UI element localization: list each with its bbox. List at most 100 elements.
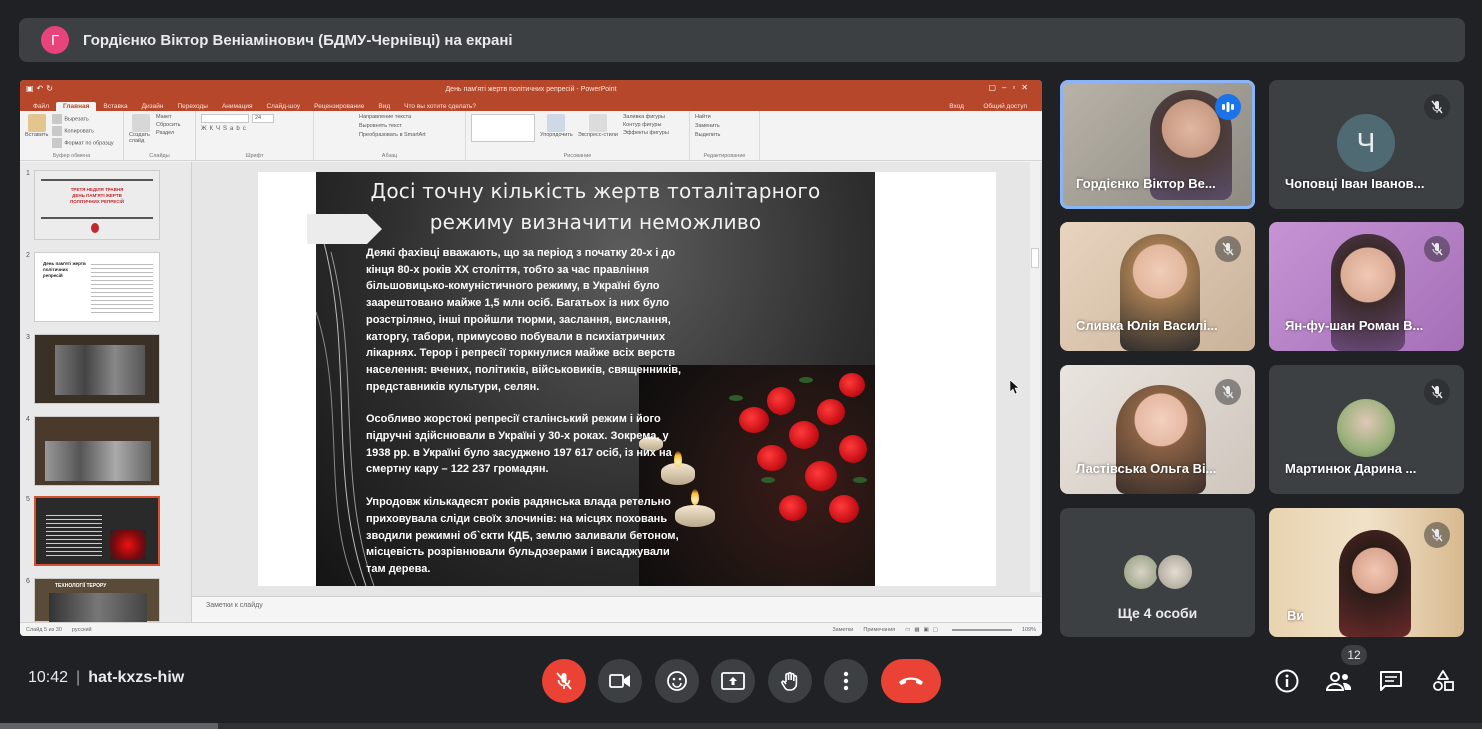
slide-thumbnail-2: День пам'яті жертв політичних репресій: [34, 252, 160, 322]
participant-name: Мартинюк Дарина ...: [1285, 461, 1417, 476]
flower-icon: [91, 223, 99, 233]
raise-hand-button[interactable]: [768, 659, 812, 703]
copy-label: Копировать: [52, 126, 113, 136]
ppt-ribbon: Вставить Вырезать Копировать Формат по о…: [20, 111, 1042, 161]
show-everyone-button[interactable]: [1324, 666, 1354, 696]
participant-tile-5[interactable]: Ластівська Ольга Ві...: [1060, 365, 1255, 494]
section-label: Раздел: [156, 130, 175, 136]
more-vert-icon: [843, 671, 849, 691]
participant-tile-6[interactable]: Мартинюк Дарина ...: [1269, 365, 1464, 494]
reactions-button[interactable]: [655, 659, 699, 703]
leaf: [799, 377, 813, 383]
quick-styles-label: Экспресс-стили: [577, 132, 618, 138]
participant-tile-2[interactable]: Ч Чоповці Іван Іванов...: [1269, 80, 1464, 209]
ppt-tab-view: Вид: [378, 103, 391, 110]
participant-video: [1116, 385, 1206, 494]
mic-off-icon: [1215, 236, 1241, 262]
mouse-cursor-icon: [1010, 380, 1020, 395]
participant-video: [1331, 234, 1405, 351]
group-name-paragraph: Абзац: [381, 153, 398, 159]
participant-name: Чоповці Іван Іванов...: [1285, 176, 1425, 191]
ribbon-group-editing: Найти Заменить Выделить Редактирование: [690, 111, 760, 160]
ribbon-group-clipboard: Вставить Вырезать Копировать Формат по о…: [20, 111, 124, 160]
scroll-thumb[interactable]: [1031, 248, 1039, 268]
participant-tile-self[interactable]: Ви: [1269, 508, 1464, 637]
mic-off-icon: [1215, 379, 1241, 405]
activities-button[interactable]: [1428, 666, 1458, 696]
thumb1-text: ТРЕТЯ НЕДІЛЯ ТРАВНЯ ДЕНЬ ПАМ'ЯТІ ЖЕРТВ П…: [57, 187, 137, 205]
flame: [691, 489, 699, 505]
ppt-tab-file: Файл: [33, 103, 49, 110]
participant-name: Гордієнко Віктор Ве...: [1076, 176, 1216, 191]
cut-label: Вырезать: [52, 114, 113, 124]
ribbon-group-paragraph: Направление текста Выровнять текст Преоб…: [314, 111, 466, 160]
rose: [805, 461, 837, 491]
slide-thumbnail-6: ТЕХНОЛОГІЇ ТЕРОРУ: [34, 578, 160, 623]
new-slide-icon: [132, 114, 150, 132]
text-direction-label: Направление текста: [359, 114, 412, 120]
meeting-details-button[interactable]: [1272, 666, 1302, 696]
rose: [767, 387, 795, 415]
camera-toggle-button[interactable]: [598, 659, 642, 703]
scissors-icon: [52, 114, 63, 124]
notes-toggle: Заметки: [832, 626, 854, 633]
leave-call-button[interactable]: [881, 659, 941, 703]
slide-thumbnail-5[interactable]: [34, 496, 160, 566]
ppt-tab-animation: Анимация: [221, 103, 253, 110]
ppt-tab-slideshow: Слайд-шоу: [266, 103, 301, 110]
participant-avatar: Ч: [1337, 114, 1395, 172]
page-scrollbar[interactable]: [0, 723, 1482, 729]
participant-tile-3[interactable]: Сливка Юлія Василі...: [1060, 222, 1255, 351]
thumb5-text-lines: [46, 512, 102, 556]
participant-tile-4[interactable]: Ян-фу-шан Роман В...: [1269, 222, 1464, 351]
hand-icon: [781, 671, 798, 691]
group-name-slides: Слайды: [149, 153, 170, 159]
quick-styles-icon: [588, 114, 607, 132]
notes-pane[interactable]: Заметки к слайду: [192, 596, 1042, 622]
font-format-icons: ЖКЧSabc: [201, 126, 249, 132]
shapes-icon: [1433, 670, 1454, 691]
ppt-ribbon-tabs: Файл Главная Вставка Дизайн Переходы Ани…: [20, 98, 1042, 111]
more-options-button[interactable]: [824, 659, 868, 703]
chat-button[interactable]: [1376, 666, 1406, 696]
view-buttons-icon: ▭▦▣▢: [905, 626, 942, 633]
thumb-number: 2: [26, 252, 30, 259]
thumb4-photo: [45, 441, 151, 481]
speaking-indicator-icon: [1215, 94, 1241, 120]
info-icon: [1275, 669, 1299, 693]
thumb-number: 4: [26, 416, 30, 423]
separator: |: [76, 669, 81, 686]
mic-toggle-button[interactable]: [542, 659, 586, 703]
zoom-level: 109%: [1021, 626, 1036, 633]
mic-off-icon: [1424, 94, 1450, 120]
layout-label: Макет: [156, 114, 172, 120]
slide-paragraph-3: Упродовж кількадесят років радянська вла…: [366, 496, 679, 575]
shape-fill-label: Заливка фигуры: [622, 114, 665, 120]
rose: [839, 373, 865, 397]
participant-tile-1[interactable]: Гордієнко Віктор Ве...: [1060, 80, 1255, 209]
rose: [839, 435, 867, 463]
arrange-icon: [547, 114, 566, 132]
present-now-button[interactable]: [711, 659, 755, 703]
meeting-code: hat-kxzs-hiw: [88, 669, 185, 686]
group-name-editing: Редактирование: [703, 153, 746, 159]
window-controls-icon: ▢–▫✕: [988, 83, 1034, 92]
page-scroll-thumb[interactable]: [0, 723, 218, 729]
ribbon-group-slides: Создать слайд Макет Сбросить Раздел Слай…: [124, 111, 196, 160]
editor-scrollbar[interactable]: [1030, 162, 1040, 592]
font-size-box: 24: [252, 114, 274, 123]
ppt-tab-insert: Вставка: [103, 103, 128, 110]
more-participants-tile[interactable]: Ще 4 особи: [1060, 508, 1255, 637]
ppt-tab-transitions: Переходы: [177, 103, 208, 110]
clock: 10:42: [28, 669, 69, 686]
participant-video: [1120, 234, 1200, 351]
presenter-avatar: Г: [41, 26, 69, 54]
leaf: [729, 395, 743, 401]
chat-icon: [1380, 671, 1402, 691]
ppt-window-title: День пам'яті жертв політичних репресій -…: [445, 85, 617, 93]
replace-label: Заменить: [695, 123, 720, 129]
ppt-signin: Вход Общий доступ: [935, 102, 1042, 111]
ppt-status-bar: Слайд 5 из 30 русский Заметки Примечания…: [20, 622, 1042, 636]
thumb-number: 5: [26, 496, 30, 503]
thumb-number: 1: [26, 170, 30, 177]
